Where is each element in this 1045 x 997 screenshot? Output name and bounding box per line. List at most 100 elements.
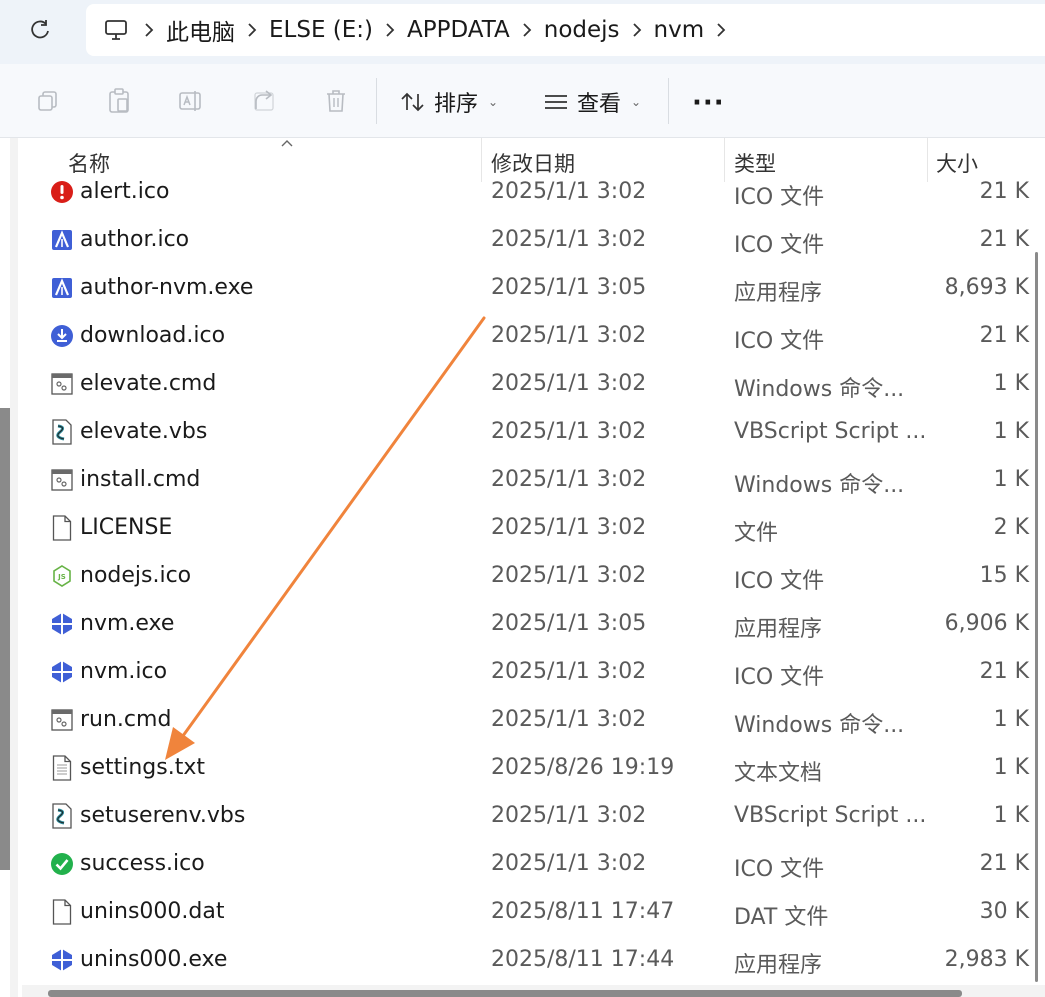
file-list-scrollbar[interactable] [1033, 252, 1045, 982]
file-row[interactable]: run.cmd 2025/1/1 3:02 Windows 命令... 1 K [18, 697, 1045, 745]
chevron-right-icon[interactable] [620, 4, 654, 56]
file-date: 2025/1/1 3:02 [491, 659, 647, 684]
file-name[interactable]: nvm.exe [80, 611, 174, 636]
file-date: 2025/1/1 3:02 [491, 707, 647, 732]
breadcrumb-item-nvm[interactable]: nvm [654, 17, 705, 43]
file-type: Windows 命令... [734, 377, 905, 402]
nvm-icon [50, 947, 74, 973]
more-options-button[interactable]: ··· [692, 88, 725, 118]
scrollbar-thumb[interactable] [1035, 252, 1038, 982]
computer-icon [104, 4, 132, 56]
share-button[interactable] [249, 86, 279, 116]
file-date: 2025/1/1 3:02 [491, 419, 647, 444]
sort-label: 排序 [434, 92, 479, 117]
text-file-icon [50, 755, 74, 781]
cmd-file-icon [50, 371, 74, 397]
navigation-pane-scrollbar[interactable] [0, 408, 10, 870]
file-name[interactable]: unins000.dat [80, 899, 224, 924]
file-size: 2,983 K [944, 947, 1029, 972]
file-name[interactable]: LICENSE [80, 515, 172, 540]
blank-file-icon [50, 515, 74, 541]
file-date: 2025/1/1 3:02 [491, 371, 647, 396]
chevron-down-icon: ⌄ [631, 95, 642, 109]
sort-button[interactable]: 排序 ⌄ [400, 82, 498, 122]
toolbar-divider [376, 78, 377, 124]
file-row[interactable]: LICENSE 2025/1/1 3:02 文件 2 K [18, 505, 1045, 553]
file-size: 8,693 K [944, 275, 1029, 300]
file-name[interactable]: run.cmd [80, 707, 171, 732]
file-type: 文本文档 [734, 761, 823, 786]
file-size: 1 K [993, 707, 1029, 732]
chevron-right-icon[interactable] [132, 4, 166, 56]
file-row[interactable]: alert.ico 2025/1/1 3:02 ICO 文件 21 K [18, 169, 1045, 217]
file-name[interactable]: unins000.exe [80, 947, 227, 972]
vbs-file-icon [50, 803, 74, 829]
file-name[interactable]: nvm.ico [80, 659, 167, 684]
file-size: 21 K [979, 179, 1029, 204]
file-row[interactable]: nvm.ico 2025/1/1 3:02 ICO 文件 21 K [18, 649, 1045, 697]
file-date: 2025/1/1 3:02 [491, 227, 647, 252]
file-size: 1 K [993, 803, 1029, 828]
view-button[interactable]: 查看 ⌄ [543, 82, 641, 122]
file-type: 应用程序 [734, 281, 823, 306]
file-date: 2025/1/1 3:02 [491, 563, 647, 588]
copy-button[interactable] [33, 86, 63, 116]
file-name[interactable]: setuserenv.vbs [80, 803, 245, 828]
download-icon [50, 323, 74, 349]
file-name[interactable]: nodejs.ico [80, 563, 191, 588]
chevron-right-icon[interactable] [510, 4, 544, 56]
file-date: 2025/1/1 3:05 [491, 611, 647, 636]
chevron-right-icon[interactable] [235, 4, 269, 56]
refresh-button[interactable] [22, 12, 58, 48]
cmd-file-icon [50, 707, 74, 733]
breadcrumb-item-appdata[interactable]: APPDATA [407, 17, 510, 43]
file-row[interactable]: JS nodejs.ico 2025/1/1 3:02 ICO 文件 15 K [18, 553, 1045, 601]
file-type: VBScript Script ... [734, 803, 927, 828]
file-date: 2025/1/1 3:02 [491, 851, 647, 876]
file-name[interactable]: install.cmd [80, 467, 200, 492]
breadcrumb-item-drive[interactable]: ELSE (E:) [269, 17, 373, 43]
rename-button[interactable] [176, 86, 206, 116]
file-row[interactable]: unins000.dat 2025/8/11 17:47 DAT 文件 30 K [18, 889, 1045, 937]
delete-button[interactable] [321, 86, 351, 116]
file-row[interactable]: nvm.exe 2025/1/1 3:05 应用程序 6,906 K [18, 601, 1045, 649]
file-name[interactable]: elevate.vbs [80, 419, 207, 444]
file-type: Windows 命令... [734, 713, 905, 738]
file-row[interactable]: unins000.exe 2025/8/11 17:44 应用程序 2,983 K [18, 937, 1045, 985]
file-name[interactable]: download.ico [80, 323, 225, 348]
breadcrumb[interactable]: 此电脑 ELSE (E:) APPDATA nodejs nvm [86, 4, 1045, 56]
file-row[interactable]: success.ico 2025/1/1 3:02 ICO 文件 21 K [18, 841, 1045, 889]
file-type: VBScript Script ... [734, 419, 927, 444]
paste-button[interactable] [104, 86, 134, 116]
file-row[interactable]: elevate.cmd 2025/1/1 3:02 Windows 命令... 1 K [18, 361, 1045, 409]
file-row[interactable]: author.ico 2025/1/1 3:02 ICO 文件 21 K [18, 217, 1045, 265]
breadcrumb-item-nodejs[interactable]: nodejs [544, 17, 620, 43]
file-name[interactable]: author.ico [80, 227, 189, 252]
file-name[interactable]: success.ico [80, 851, 205, 876]
file-row[interactable]: download.ico 2025/1/1 3:02 ICO 文件 21 K [18, 313, 1045, 361]
file-row[interactable]: settings.txt 2025/8/26 19:19 文本文档 1 K [18, 745, 1045, 793]
file-type: DAT 文件 [734, 905, 829, 930]
file-name[interactable]: author-nvm.exe [80, 275, 253, 300]
chevron-right-icon[interactable] [373, 4, 407, 56]
file-size: 15 K [979, 563, 1029, 588]
file-size: 21 K [979, 227, 1029, 252]
file-type: ICO 文件 [734, 569, 825, 594]
file-name[interactable]: settings.txt [80, 755, 205, 780]
file-date: 2025/1/1 3:02 [491, 515, 647, 540]
file-row[interactable]: elevate.vbs 2025/1/1 3:02 VBScript Script … [18, 409, 1045, 457]
vbs-file-icon [50, 419, 74, 445]
file-size: 1 K [993, 467, 1029, 492]
file-name[interactable]: elevate.cmd [80, 371, 216, 396]
chevron-right-icon[interactable] [704, 4, 738, 56]
horizontal-scrollbar-thumb[interactable] [48, 990, 962, 997]
file-row[interactable]: author-nvm.exe 2025/1/1 3:05 应用程序 8,693 K [18, 265, 1045, 313]
nodejs-icon: JS [50, 563, 74, 589]
file-name[interactable]: alert.ico [80, 179, 169, 204]
file-size: 21 K [979, 659, 1029, 684]
breadcrumb-item-this-pc[interactable]: 此电脑 [166, 13, 235, 47]
file-type: ICO 文件 [734, 329, 825, 354]
view-list-icon [545, 95, 567, 109]
file-row[interactable]: install.cmd 2025/1/1 3:02 Windows 命令... 1 K [18, 457, 1045, 505]
file-row[interactable]: setuserenv.vbs 2025/1/1 3:02 VBScript Scri… [18, 793, 1045, 841]
